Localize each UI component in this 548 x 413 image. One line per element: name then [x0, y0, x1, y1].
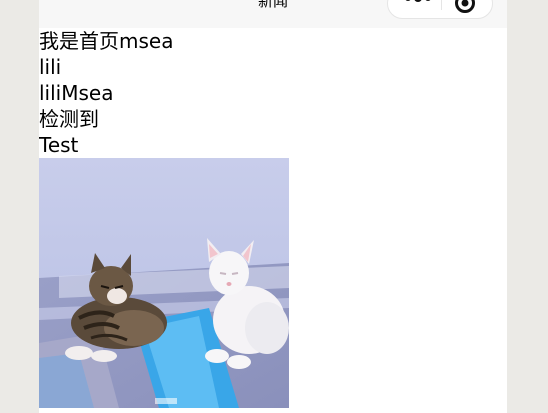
phone-screen: 新闻 我是首页msea lili liliMsea 检测到 Test [39, 0, 507, 413]
menu-capsule [387, 0, 493, 19]
text-detected: 检测到 [39, 107, 99, 131]
text-homepage: 我是首页msea [39, 29, 174, 53]
more-icon[interactable] [398, 0, 438, 11]
text-lili: lili [39, 55, 62, 79]
page-content: 我是首页msea lili liliMsea 检测到 Test [39, 28, 507, 408]
capsule-divider [441, 0, 442, 10]
cat-photo [39, 158, 289, 408]
text-test: Test [39, 133, 79, 157]
text-lilimsea: liliMsea [39, 81, 114, 105]
close-miniprogram-icon[interactable] [454, 0, 476, 14]
navigation-bar: 新闻 [39, 0, 507, 28]
